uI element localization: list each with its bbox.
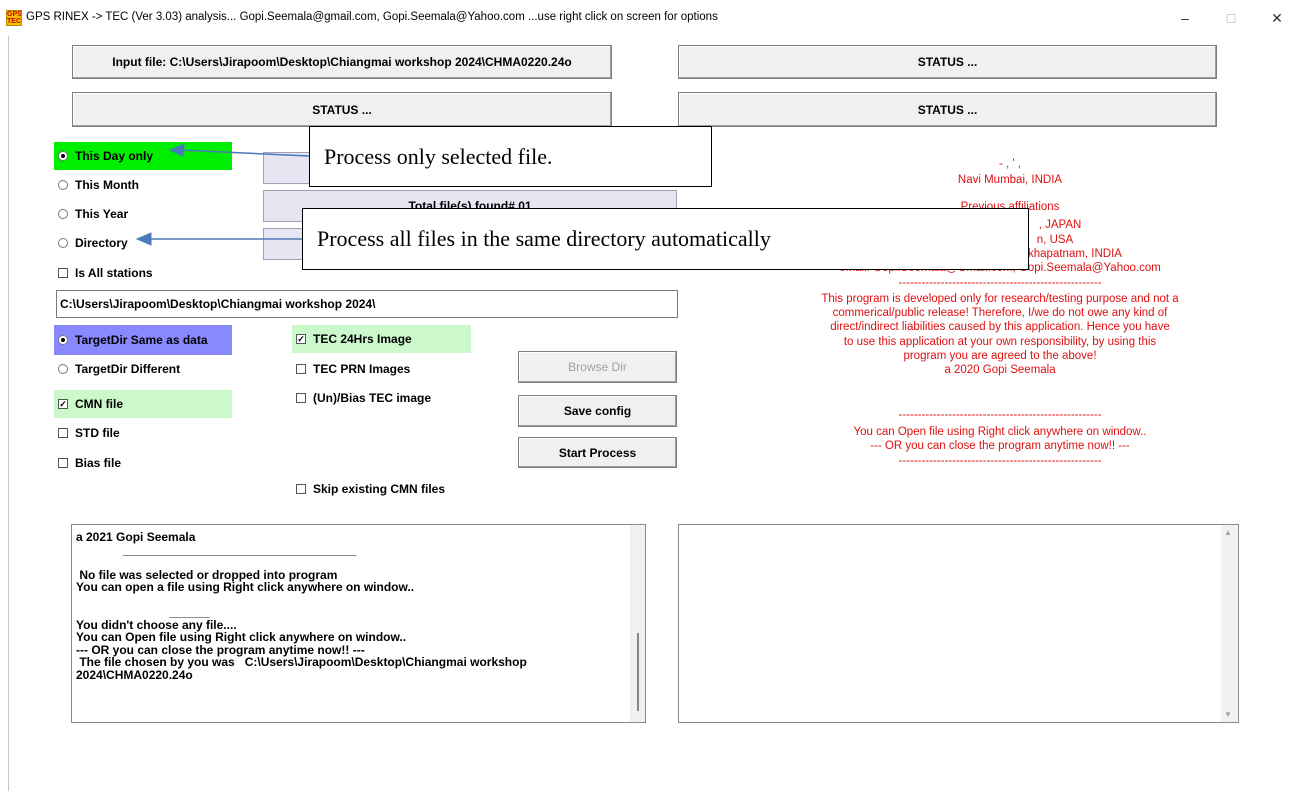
radio-label: This Month [75, 178, 139, 192]
maximize-button[interactable]: □ [1208, 0, 1254, 36]
start-process-button[interactable]: Start Process [518, 437, 677, 468]
radio-label: This Year [75, 207, 129, 221]
checkbox-bias-file[interactable]: Bias file [54, 452, 232, 474]
app-icon[interactable]: GPS TEC [6, 10, 22, 26]
footer-line: You can Open file using Right click anyw… [853, 426, 1147, 438]
radio-unselected-icon [58, 238, 68, 248]
checkbox-unchecked-icon [296, 364, 306, 374]
checkbox-checked-icon: ✓ [296, 334, 306, 344]
checkbox-skip-existing-cmn[interactable]: Skip existing CMN files [292, 478, 492, 500]
status-mid-left-button[interactable]: STATUS ... [72, 92, 612, 127]
checkbox-unbias-tec-image[interactable]: (Un)/Bias TEC image [292, 387, 471, 409]
checkbox-label: Bias file [75, 456, 122, 470]
info-divider: ----------------------------------------… [898, 277, 1102, 289]
radio-label: Directory [75, 236, 128, 250]
callout-directory: Process all files in the same directory … [302, 208, 1029, 270]
close-button[interactable]: ✕ [1254, 0, 1299, 36]
log-textbox[interactable]: a 2021 Gopi Seemala ____________________… [71, 524, 646, 723]
input-file-button[interactable]: Input file: C:\Users\Jirapoom\Desktop\Ch… [72, 45, 612, 79]
disclaimer-line: This program is developed only for resea… [821, 293, 1179, 305]
radio-unselected-icon [58, 364, 68, 374]
radio-this-month[interactable]: This Month [54, 174, 224, 196]
checkbox-label: STD file [75, 426, 120, 440]
checkbox-label: TEC PRN Images [313, 362, 411, 376]
checkbox-unchecked-icon [296, 393, 306, 403]
info-line: - , ' , [998, 158, 1021, 170]
callout-selected-file: Process only selected file. [309, 126, 712, 187]
footer-line: --- OR you can close the program anytime… [870, 440, 1130, 452]
directory-path-field[interactable]: C:\Users\Jirapoom\Desktop\Chiangmai work… [56, 290, 678, 318]
radio-selected-icon [58, 151, 68, 161]
minimize-button[interactable]: – [1162, 0, 1208, 36]
checkbox-cmn-file[interactable]: ✓ CMN file [54, 390, 232, 418]
radio-label: TargetDir Same as data [75, 333, 208, 347]
checkbox-unchecked-icon [296, 484, 306, 494]
disclaimer-copyright: a 2020 Gopi Seemala [944, 364, 1056, 376]
checkbox-std-file[interactable]: STD file [54, 422, 232, 444]
browse-dir-button[interactable]: Browse Dir [518, 351, 677, 383]
disclaimer-line: commerical/public release! Therefore, I/… [832, 307, 1168, 319]
radio-label: This Day only [75, 149, 154, 163]
scroll-down-icon[interactable]: ▼ [1224, 710, 1232, 719]
checkbox-tec-24hrs-image[interactable]: ✓ TEC 24Hrs Image [292, 325, 471, 353]
disclaimer-line: direct/indirect liabilities caused by th… [830, 321, 1170, 333]
radio-label: TargetDir Different [75, 362, 181, 376]
radio-this-day-only[interactable]: This Day only [54, 142, 232, 170]
checkbox-checked-icon: ✓ [58, 399, 68, 409]
footer-divider: ----------------------------------------… [898, 409, 1102, 421]
disclaimer-line: to use this application at your own resp… [843, 336, 1157, 348]
checkbox-unchecked-icon [58, 268, 68, 278]
info-location: Navi Mumbai, INDIA [957, 174, 1063, 186]
checkbox-unchecked-icon [58, 428, 68, 438]
radio-targetdir-different[interactable]: TargetDir Different [54, 358, 232, 380]
output-scrollbar[interactable] [1221, 525, 1238, 722]
checkbox-is-all-stations[interactable]: Is All stations [54, 262, 224, 284]
footer-divider: ----------------------------------------… [898, 455, 1102, 467]
status-top-right-button[interactable]: STATUS ... [678, 45, 1217, 79]
radio-unselected-icon [58, 180, 68, 190]
radio-directory[interactable]: Directory [54, 232, 224, 254]
disclaimer-line: program you are agreed to the above! [903, 350, 1097, 362]
save-config-button[interactable]: Save config [518, 395, 677, 427]
checkbox-label: TEC 24Hrs Image [313, 332, 412, 346]
checkbox-label: (Un)/Bias TEC image [313, 391, 432, 405]
log-scrollbar-thumb[interactable] [637, 633, 639, 711]
output-textbox[interactable] [678, 524, 1239, 723]
status-mid-right-button[interactable]: STATUS ... [678, 92, 1217, 127]
window-frame-left [8, 36, 9, 791]
window-title: GPS RINEX -> TEC (Ver 3.03) analysis... … [26, 11, 718, 23]
scroll-up-icon[interactable]: ▲ [1224, 528, 1232, 537]
checkbox-label: Is All stations [75, 266, 153, 280]
checkbox-label: Skip existing CMN files [313, 482, 446, 496]
checkbox-unchecked-icon [58, 458, 68, 468]
radio-this-year[interactable]: This Year [54, 203, 224, 225]
radio-targetdir-same[interactable]: TargetDir Same as data [54, 325, 232, 355]
checkbox-tec-prn-images[interactable]: TEC PRN Images [292, 358, 471, 380]
radio-selected-icon [58, 335, 68, 345]
radio-unselected-icon [58, 209, 68, 219]
checkbox-label: CMN file [75, 397, 123, 411]
